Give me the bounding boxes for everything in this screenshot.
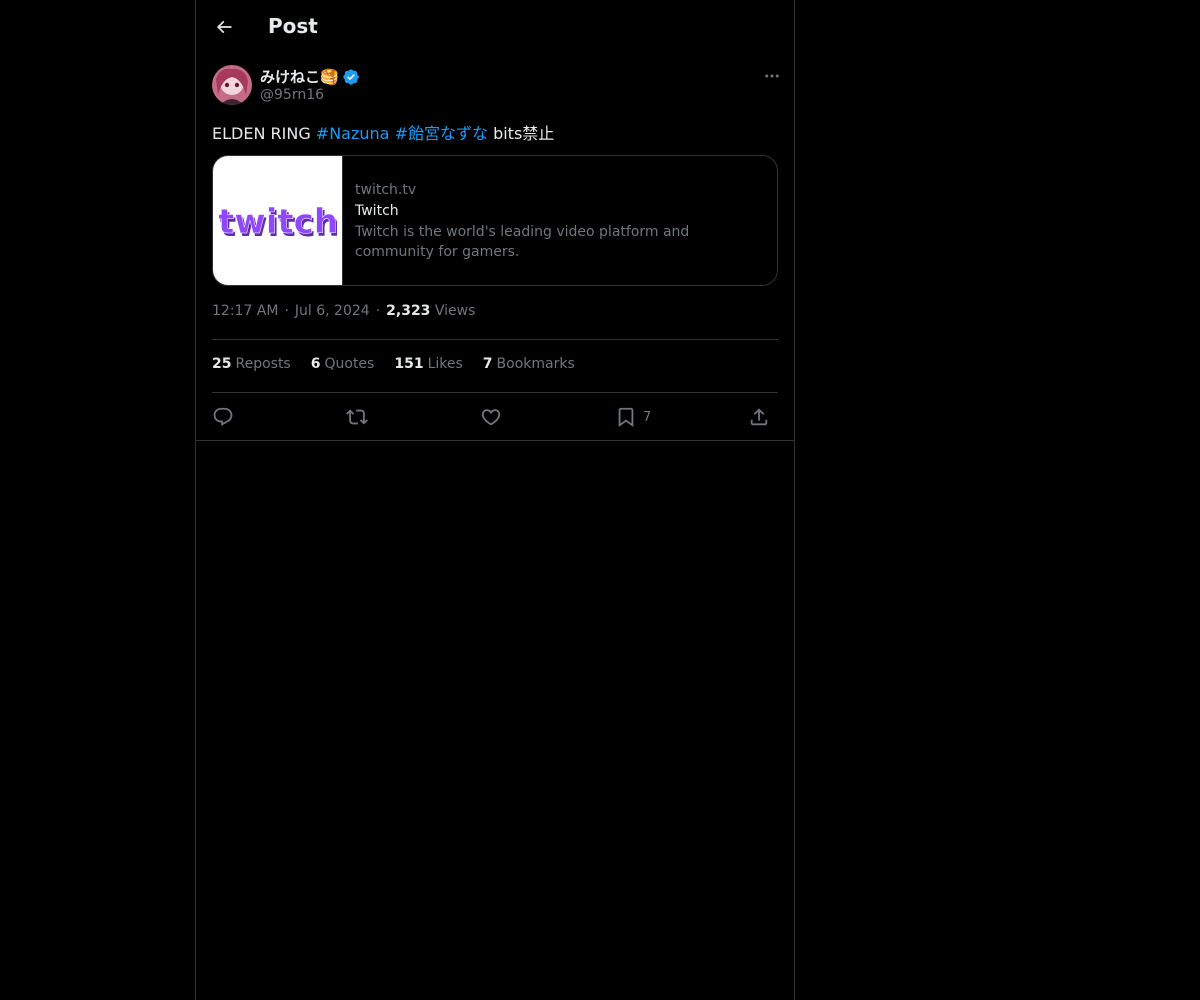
card-thumbnail: twitch twitch bbox=[213, 156, 343, 285]
tweet-meta: 12:17 AM · Jul 6, 2024 · 2,323 Views bbox=[212, 303, 778, 319]
heart-icon bbox=[481, 409, 501, 426]
share-icon bbox=[750, 408, 768, 426]
author-display-name: みけねこ🥞 bbox=[260, 68, 339, 86]
reposts-stat[interactable]: 25 Reposts bbox=[212, 356, 291, 372]
engagement-stats: 25 Reposts 6 Quotes 151 Likes 7 Bookmarks bbox=[212, 356, 778, 372]
like-button[interactable] bbox=[480, 400, 502, 434]
views-label: Views bbox=[434, 303, 476, 319]
tweet-time[interactable]: 12:17 AM bbox=[212, 303, 278, 319]
bookmark-icon bbox=[618, 407, 634, 428]
author-handle[interactable]: @95rn16 bbox=[260, 87, 324, 103]
reply-button[interactable] bbox=[212, 400, 234, 434]
author-row: みけねこ🥞 @95rn16 bbox=[212, 64, 779, 106]
page-header: Post bbox=[196, 0, 794, 54]
repost-button[interactable] bbox=[346, 400, 368, 434]
page-title: Post bbox=[268, 14, 318, 38]
divider bbox=[212, 339, 778, 340]
tweet-text-plain: ELDEN RING bbox=[212, 124, 316, 143]
bookmark-count: 7 bbox=[643, 409, 652, 425]
separator: · bbox=[284, 303, 289, 319]
reply-icon bbox=[213, 407, 233, 426]
card-title: Twitch bbox=[355, 203, 399, 219]
share-button[interactable] bbox=[748, 400, 770, 434]
author-name-row[interactable]: みけねこ🥞 bbox=[260, 66, 360, 87]
bookmarks-stat[interactable]: 7 Bookmarks bbox=[483, 356, 575, 372]
repost-icon bbox=[346, 409, 368, 425]
tweet-text-plain: bits禁止 bbox=[487, 124, 555, 143]
separator: · bbox=[375, 303, 381, 319]
tweet-text: ELDEN RING #Nazuna #飴宮なずな bits禁止 bbox=[212, 120, 778, 144]
main-column: Post みけねこ🥞 @95rn16 ELDEN RING #Nazuna #飴… bbox=[195, 0, 795, 1000]
hashtag-link[interactable]: #Nazuna bbox=[316, 124, 390, 143]
link-preview-card[interactable]: twitch twitch twitch.tv Twitch Twitch is… bbox=[212, 155, 778, 286]
bookmark-button[interactable]: 7 bbox=[615, 400, 651, 434]
action-bar: 7 bbox=[212, 400, 778, 434]
hashtag-link[interactable]: #飴宮なずな bbox=[395, 124, 488, 143]
divider bbox=[196, 440, 794, 441]
back-button[interactable] bbox=[208, 11, 240, 43]
likes-stat[interactable]: 151 Likes bbox=[394, 356, 462, 372]
twitch-logo: twitch twitch bbox=[219, 201, 337, 242]
divider bbox=[212, 392, 778, 393]
card-text: twitch.tv Twitch Twitch is the world's l… bbox=[355, 180, 755, 262]
views-count: 2,323 bbox=[386, 303, 431, 319]
arrow-left-icon bbox=[216, 20, 232, 34]
more-options-button[interactable] bbox=[756, 64, 788, 88]
card-domain: twitch.tv bbox=[355, 182, 417, 198]
quotes-stat[interactable]: 6 Quotes bbox=[311, 356, 375, 372]
svg-text:twitch: twitch bbox=[219, 202, 337, 242]
more-icon bbox=[765, 74, 779, 78]
avatar[interactable] bbox=[212, 65, 252, 105]
verified-badge-icon bbox=[342, 68, 360, 86]
tweet-date[interactable]: Jul 6, 2024 bbox=[295, 303, 370, 319]
card-description-line2: community for gamers. bbox=[355, 244, 520, 260]
card-description-line1: Twitch is the world's leading video plat… bbox=[355, 224, 690, 240]
